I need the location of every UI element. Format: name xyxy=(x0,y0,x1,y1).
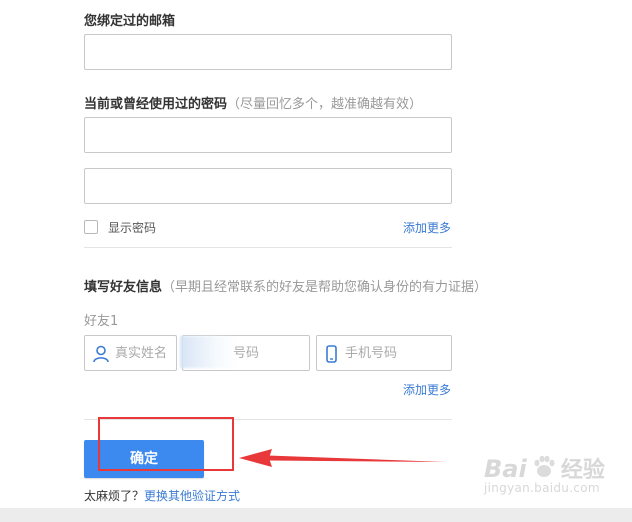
person-icon xyxy=(93,345,109,363)
password-hint: （尽量回忆多个，越准确越有效） xyxy=(227,97,423,112)
email-field[interactable] xyxy=(85,35,451,69)
page-footer-bar xyxy=(0,508,632,522)
password-field-1[interactable] xyxy=(85,118,451,152)
friend-phone-wrapper xyxy=(316,335,452,371)
divider xyxy=(84,247,452,248)
too-troublesome-text: 太麻烦了？ xyxy=(84,489,145,503)
phone-icon xyxy=(326,345,337,363)
password-field-2-wrapper xyxy=(84,168,452,204)
show-password-checkbox[interactable] xyxy=(84,220,98,234)
paw-icon xyxy=(534,455,555,477)
friend-label-row: 填写好友信息（早期且经常联系的好友是帮助您确认身份的有力证据） xyxy=(84,276,487,295)
friend-1-label: 好友1 xyxy=(84,314,119,329)
friend-hint: （早期且经常联系的好友是帮助您确认身份的有力证据） xyxy=(162,280,488,295)
alternative-method-row: 太麻烦了？更换其他验证方式 xyxy=(84,487,240,504)
friend-phone-input[interactable] xyxy=(317,336,451,370)
watermark-brand-suffix: 经验 xyxy=(560,458,605,483)
redaction-blur xyxy=(180,336,238,368)
friend-label: 填写好友信息 xyxy=(84,280,163,295)
password-label: 当前或曾经使用过的密码 xyxy=(84,97,228,112)
add-more-password-link[interactable]: 添加更多 xyxy=(403,219,451,236)
email-label: 您绑定过的邮箱 xyxy=(84,14,176,29)
annotation-highlight-box xyxy=(98,417,234,471)
annotation-arrow-icon xyxy=(239,449,446,467)
watermark-brand: Bai xyxy=(484,455,527,483)
email-field-wrapper xyxy=(84,34,452,70)
password-field-2[interactable] xyxy=(85,169,451,203)
password-field-1-wrapper xyxy=(84,117,452,153)
show-password-label: 显示密码 xyxy=(108,221,157,235)
friend-name-wrapper xyxy=(84,335,177,371)
password-label-row: 当前或曾经使用过的密码（尽量回忆多个，越准确越有效） xyxy=(84,93,422,112)
add-more-friend-link[interactable]: 添加更多 xyxy=(403,381,451,398)
watermark-url: jingyan.baidu.com xyxy=(484,481,600,495)
baidu-jingyan-watermark: Bai 经验 xyxy=(484,452,605,484)
other-method-link[interactable]: 更换其他验证方式 xyxy=(144,489,240,503)
